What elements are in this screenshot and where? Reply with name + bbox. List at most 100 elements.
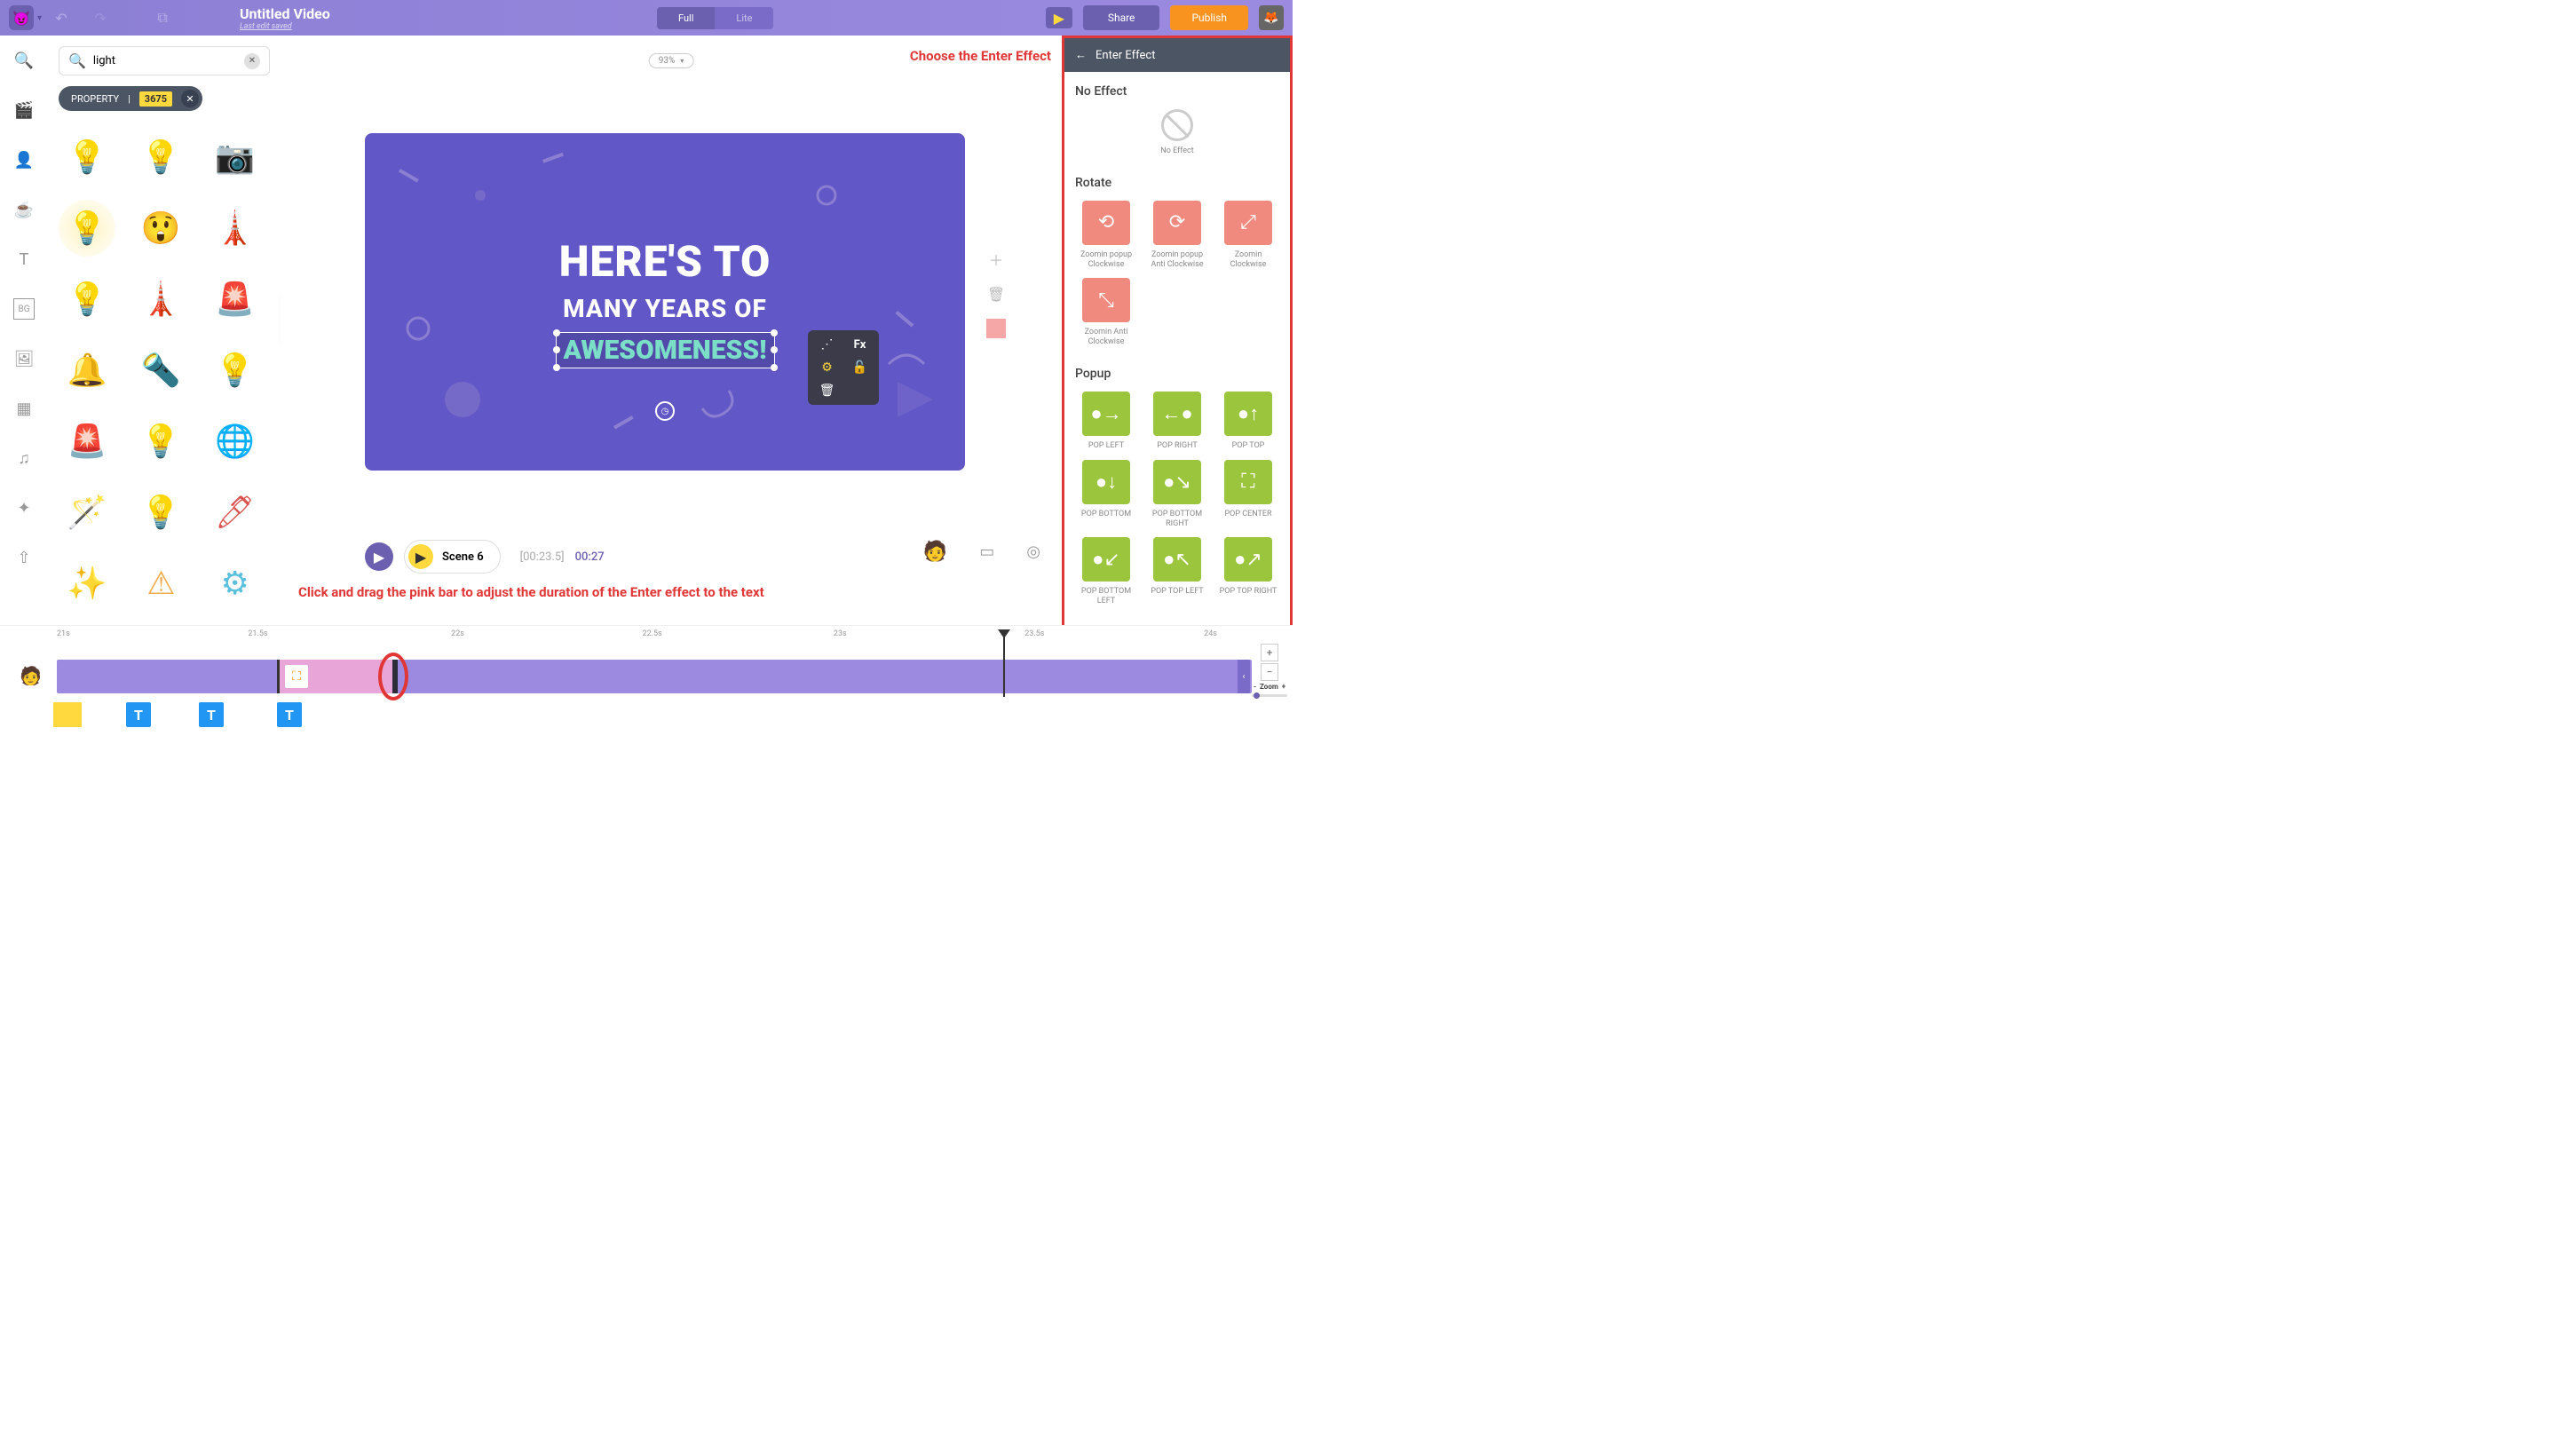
selection-handle[interactable] [553, 364, 560, 371]
aspect-icon[interactable]: ▭ [979, 542, 994, 561]
library-item[interactable]: 🌐 [207, 413, 264, 470]
mode-full-button[interactable]: Full [657, 7, 715, 29]
search-input[interactable] [93, 54, 244, 67]
search-tab-icon[interactable]: 🔍 [13, 50, 35, 71]
library-item[interactable]: 🗼 [132, 271, 189, 328]
filter-chip-property[interactable]: PROPERTY | 3675 ✕ [59, 86, 202, 111]
copy-icon[interactable]: ⧉ [146, 2, 178, 34]
effect-zoomin-popup-cw[interactable]: ⟲Zoomin popup Clockwise [1075, 201, 1137, 270]
timeline-text-chip[interactable]: T [126, 702, 151, 727]
zoom-slider[interactable] [1252, 694, 1287, 697]
text-tab-icon[interactable]: T [13, 249, 35, 270]
timeline-ruler[interactable]: 21s 21.5s 22s 22.5s 23s 23.5s 24s [57, 629, 1252, 644]
ctx-settings-icon[interactable]: ⚙ [815, 360, 839, 375]
selection-handle[interactable] [553, 346, 560, 353]
timeline-clip-main[interactable] [57, 660, 1252, 693]
library-item[interactable]: 🗼 [207, 200, 264, 257]
character-icon[interactable]: 🧑 [923, 541, 947, 563]
add-icon[interactable]: ＋ [989, 249, 1003, 270]
logo-dropdown-icon[interactable]: ▾ [37, 13, 42, 23]
publish-button[interactable]: Publish [1170, 5, 1248, 30]
effect-no-effect[interactable]: No Effect [1075, 109, 1279, 156]
timeline-text-chip[interactable]: T [199, 702, 224, 727]
effects-tab-icon[interactable]: ✦ [13, 497, 35, 518]
library-item[interactable]: 💡 [132, 484, 189, 541]
timeline-playhead[interactable] [1003, 637, 1005, 697]
effect-pop-bottom-left[interactable]: ●↙POP BOTTOM LEFT [1075, 537, 1137, 606]
zoom-in-button[interactable]: + [1261, 644, 1278, 661]
ctx-delete-icon[interactable]: 🗑 [815, 384, 839, 398]
ctx-fx-button[interactable]: Fx [848, 337, 872, 352]
share-button[interactable]: Share [1083, 5, 1160, 30]
scene-canvas[interactable]: HERE'S TO MANY YEARS OF AWESOMENESS! ◷ [365, 133, 965, 471]
effect-pop-top-right[interactable]: ●↗POP TOP RIGHT [1217, 537, 1279, 606]
effects-back-icon[interactable]: ← [1075, 48, 1087, 62]
library-item[interactable]: ✨ [59, 555, 115, 599]
color-swatch[interactable] [986, 319, 1006, 338]
property-chip-remove-icon[interactable]: ✕ [181, 90, 199, 107]
effect-pop-bottom-right[interactable]: ●↘POP BOTTOM RIGHT [1146, 460, 1208, 529]
effect-zoomin-popup-acw[interactable]: ⟳Zoomin popup Anti Clockwise [1146, 201, 1208, 270]
ctx-lock-icon[interactable]: 🔓 [848, 360, 872, 375]
library-item[interactable]: 💡 [207, 342, 264, 399]
library-item[interactable]: 🚨 [207, 271, 264, 328]
scenes-tab-icon[interactable]: 🎬 [13, 99, 35, 121]
canvas-line2[interactable]: MANY YEARS OF [563, 294, 767, 323]
focus-icon[interactable]: ◎ [1026, 542, 1040, 561]
search-clear-icon[interactable]: ✕ [244, 53, 260, 69]
library-item[interactable]: 🔦 [132, 342, 189, 399]
library-item[interactable]: 🪄 [59, 484, 115, 541]
timeline-text-chip[interactable]: T [277, 702, 302, 727]
effect-pop-center[interactable]: ⛶POP CENTER [1217, 460, 1279, 529]
canvas-line1[interactable]: HERE'S TO [559, 236, 771, 287]
effect-zoomin-cw[interactable]: ⤢Zoomin Clockwise [1217, 201, 1279, 270]
library-item[interactable]: 💡 [59, 271, 115, 328]
effect-pop-top-left[interactable]: ●↖POP TOP LEFT [1146, 537, 1208, 606]
library-item[interactable]: ⚙ [207, 555, 264, 599]
app-logo[interactable]: 😈 [9, 5, 34, 30]
undo-icon[interactable]: ↶ [45, 2, 77, 34]
effect-pop-top[interactable]: ●↑POP TOP [1217, 392, 1279, 451]
effect-pop-right[interactable]: ←●POP RIGHT [1146, 392, 1208, 451]
effect-zoomin-acw[interactable]: ⤡Zoomin Anti Clockwise [1075, 278, 1137, 347]
clip-right-handle[interactable]: ‹ [1238, 660, 1250, 693]
trash-icon[interactable]: 🗑 [987, 286, 1005, 303]
library-item[interactable]: 🚨 [59, 413, 115, 470]
audio-tab-icon[interactable]: ♫ [13, 447, 35, 469]
selection-handle[interactable] [553, 329, 560, 336]
upload-tab-icon[interactable]: ⇧ [13, 547, 35, 568]
zoom-indicator[interactable]: 93% ▾ [649, 53, 694, 68]
library-item[interactable]: ⚠ [132, 555, 189, 599]
scene-play-button[interactable]: ▶ [408, 544, 433, 569]
library-item[interactable]: 📷 [207, 129, 264, 186]
timeline-yellow-chip[interactable] [53, 702, 82, 727]
selection-handle[interactable] [771, 364, 778, 371]
library-item[interactable]: 💡 [132, 413, 189, 470]
library-item[interactable]: 🔔 [59, 342, 115, 399]
zoom-out-button[interactable]: − [1261, 663, 1278, 681]
redo-icon[interactable]: ↷ [84, 2, 116, 34]
preview-play-button[interactable]: ▶ [1046, 7, 1072, 28]
canvas-selected-text[interactable]: AWESOMENESS! [556, 332, 775, 368]
play-all-button[interactable]: ▶ [365, 542, 393, 571]
effect-pop-bottom[interactable]: ●↓POP BOTTOM [1075, 460, 1137, 529]
library-item[interactable]: 😲 [132, 200, 189, 257]
library-item[interactable]: 💡 [59, 200, 115, 257]
library-item[interactable]: 💡 [59, 129, 115, 186]
library-item[interactable]: 🖊 [207, 484, 264, 541]
character-tab-icon[interactable]: 👤 [13, 149, 35, 170]
library-item[interactable]: 💡 [132, 129, 189, 186]
selection-handle[interactable] [771, 329, 778, 336]
effect-pop-left[interactable]: ●→POP LEFT [1075, 392, 1137, 451]
scene-selector[interactable]: ▶ Scene 6 [404, 540, 501, 574]
video-tab-icon[interactable]: ▦ [13, 398, 35, 419]
background-tab-icon[interactable]: BG [13, 298, 35, 320]
image-tab-icon[interactable]: 🖼 [13, 348, 35, 369]
project-title[interactable]: Untitled Video [240, 5, 330, 22]
track-avatar-icon[interactable]: 🧑 [20, 665, 42, 686]
selection-handle[interactable] [771, 346, 778, 353]
account-avatar[interactable]: 🦊 [1259, 5, 1284, 30]
props-tab-icon[interactable]: ☕ [13, 199, 35, 220]
timer-icon[interactable]: ◷ [655, 401, 675, 421]
mode-lite-button[interactable]: Lite [715, 7, 773, 29]
